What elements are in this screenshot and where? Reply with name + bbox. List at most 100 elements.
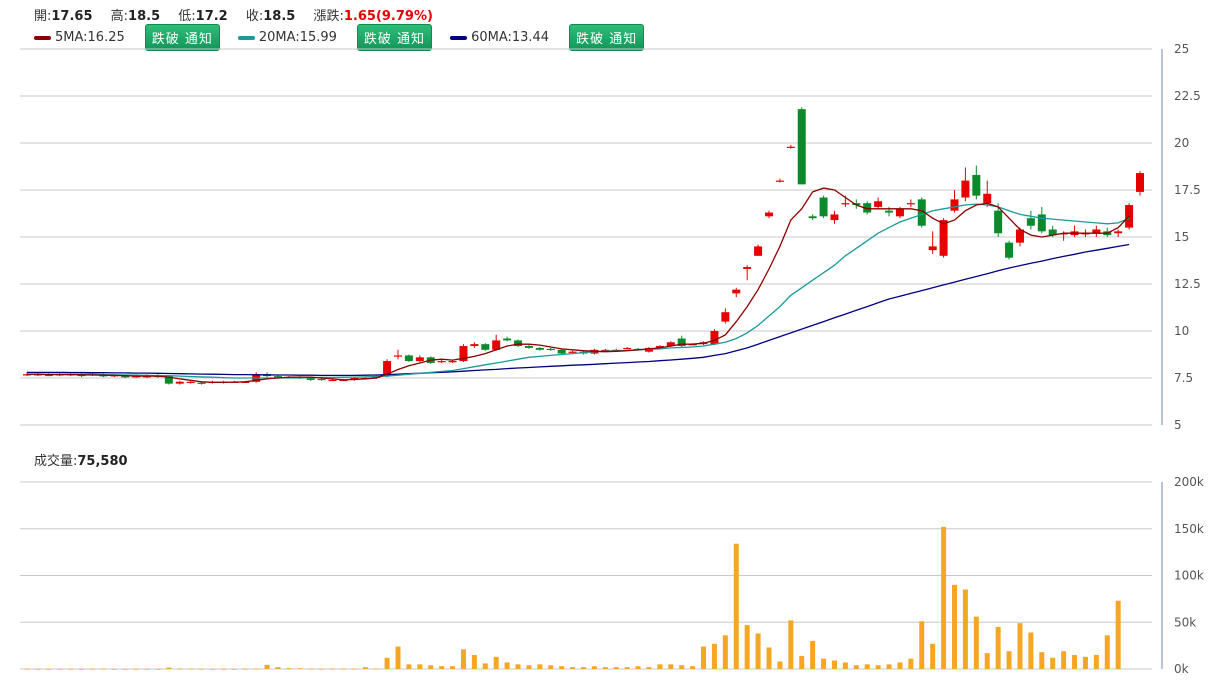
candle-body bbox=[470, 344, 479, 347]
candle-body bbox=[895, 208, 904, 217]
volume-bar bbox=[930, 643, 936, 669]
volume-bar bbox=[493, 656, 499, 669]
volume-bar bbox=[646, 667, 652, 669]
grid-lines bbox=[20, 48, 1163, 670]
volume-bar bbox=[722, 635, 728, 669]
candle-body bbox=[328, 379, 337, 382]
candle-body bbox=[623, 347, 632, 350]
volume-bar bbox=[635, 666, 641, 669]
volume-bar bbox=[384, 657, 390, 669]
volume-bar bbox=[220, 668, 226, 670]
volume-bar bbox=[395, 646, 401, 669]
volume-bar bbox=[570, 667, 576, 669]
volume-bar bbox=[308, 668, 314, 670]
volume-bar bbox=[908, 658, 914, 669]
candle-body bbox=[1005, 242, 1014, 258]
volume-bar bbox=[297, 668, 303, 670]
volume-bar bbox=[1050, 657, 1056, 669]
price-tick-label: 5 bbox=[1174, 418, 1182, 432]
volume-bar bbox=[57, 668, 63, 670]
volume-bar bbox=[1093, 654, 1099, 669]
volume-bar bbox=[668, 664, 674, 669]
stock-chart[interactable]: 25 22.5 20 17.5 15 12.5 10 7.5 5 200k 150k 100k 50k… bbox=[0, 0, 1225, 688]
volume-bar bbox=[711, 643, 717, 669]
candle-body bbox=[808, 216, 817, 219]
volume-bar bbox=[133, 668, 139, 670]
price-tick-label: 15 bbox=[1174, 230, 1189, 244]
candle-body bbox=[754, 246, 763, 256]
volume-bar bbox=[351, 668, 357, 670]
volume-bar bbox=[701, 646, 707, 669]
volume-bar bbox=[1061, 651, 1067, 669]
volume-bar bbox=[733, 543, 739, 669]
volume-bar bbox=[35, 668, 41, 670]
volume-bar bbox=[690, 666, 696, 669]
volume-bar bbox=[373, 668, 379, 670]
candle-body bbox=[197, 382, 206, 384]
volume-bar bbox=[264, 664, 270, 669]
volume-bar bbox=[275, 667, 281, 669]
volume-bar bbox=[624, 667, 630, 669]
candle-body bbox=[481, 344, 490, 350]
price-tick-label: 10 bbox=[1174, 324, 1189, 338]
volume-bar bbox=[111, 668, 117, 670]
volume-bar bbox=[602, 667, 608, 669]
volume-bar bbox=[1028, 632, 1034, 669]
moving-average-lines bbox=[27, 187, 1130, 383]
price-tick-label: 22.5 bbox=[1174, 89, 1201, 103]
candle-body bbox=[175, 381, 184, 384]
volume-bar bbox=[853, 665, 859, 669]
price-tick-label: 17.5 bbox=[1174, 183, 1201, 197]
volume-bar bbox=[100, 668, 106, 670]
price-tick-label: 20 bbox=[1174, 136, 1189, 150]
candle-body bbox=[317, 378, 326, 381]
volume-bar bbox=[1006, 651, 1012, 669]
candle-body bbox=[743, 267, 752, 269]
volume-bar bbox=[1072, 654, 1078, 669]
volume-bar bbox=[962, 589, 968, 669]
volume-bar bbox=[526, 665, 532, 669]
volume-bars bbox=[24, 526, 1121, 670]
candlesticks bbox=[23, 107, 1144, 385]
candle-body bbox=[524, 346, 533, 348]
volume-tick-label: 100k bbox=[1174, 569, 1204, 583]
candle-body bbox=[906, 203, 915, 205]
volume-bar bbox=[591, 666, 597, 669]
volume-bar bbox=[777, 661, 783, 669]
volume-bar bbox=[581, 667, 586, 669]
volume-bar bbox=[613, 667, 619, 669]
candle-body bbox=[1026, 218, 1035, 226]
price-tick-label: 7.5 bbox=[1174, 371, 1193, 385]
volume-bar bbox=[1017, 623, 1023, 669]
volume-bar bbox=[155, 668, 161, 670]
volume-bar bbox=[1104, 635, 1110, 669]
volume-bar bbox=[177, 668, 183, 670]
volume-bar bbox=[242, 668, 248, 670]
ma60-line bbox=[27, 243, 1130, 377]
volume-bar bbox=[821, 658, 827, 669]
volume-bar bbox=[482, 663, 488, 669]
volume-axis-ticks: 200k 150k 100k 50k 0k bbox=[1174, 475, 1204, 676]
candle-body bbox=[775, 180, 784, 182]
volume-bar bbox=[766, 647, 772, 669]
volume-bar bbox=[253, 668, 259, 670]
volume-bar bbox=[548, 665, 554, 669]
candle-body bbox=[186, 381, 195, 383]
volume-bar bbox=[984, 653, 990, 669]
price-axis-ticks: 25 22.5 20 17.5 15 12.5 10 7.5 5 bbox=[1174, 42, 1201, 432]
volume-bar bbox=[679, 665, 685, 669]
candle-body bbox=[503, 338, 512, 341]
volume-bar bbox=[439, 666, 445, 669]
volume-bar bbox=[362, 667, 368, 669]
volume-bar bbox=[89, 668, 95, 670]
volume-bar bbox=[941, 526, 947, 669]
volume-tick-label: 200k bbox=[1174, 475, 1204, 489]
candle-body bbox=[557, 349, 566, 354]
volume-bar bbox=[460, 649, 466, 669]
volume-bar bbox=[799, 655, 805, 669]
volume-bar bbox=[406, 664, 412, 669]
candle-body bbox=[972, 174, 981, 196]
volume-bar bbox=[755, 633, 761, 669]
volume-bar bbox=[188, 668, 194, 670]
volume-bar bbox=[319, 668, 325, 670]
